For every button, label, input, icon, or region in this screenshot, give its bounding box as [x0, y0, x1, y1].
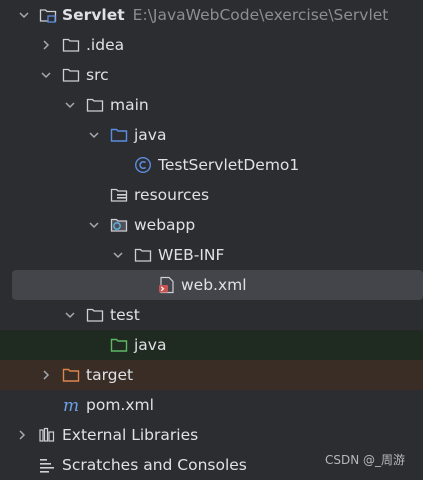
- tree-row-target[interactable]: target: [0, 360, 423, 390]
- tree-row-label: src: [86, 66, 109, 84]
- tree-row-web-inf[interactable]: WEB-INF: [0, 240, 423, 270]
- folder-icon: [86, 96, 104, 114]
- svg-text:m: m: [63, 396, 79, 416]
- resources-folder-icon: [110, 186, 128, 204]
- chevron-down-icon[interactable]: [86, 217, 102, 233]
- tree-row-main[interactable]: main: [0, 90, 423, 120]
- tree-row-java-test[interactable]: java: [0, 330, 423, 360]
- tree-row-label: java: [134, 336, 167, 354]
- folder-icon: [86, 306, 104, 324]
- root-project-path: E:\JavaWebCode\exercise\Servlet: [132, 6, 389, 24]
- tree-row-web-xml[interactable]: web.xml: [12, 270, 423, 300]
- folder-icon: [134, 246, 152, 264]
- tree-row-label: pom.xml: [86, 396, 154, 414]
- tree-row-label: main: [110, 96, 149, 114]
- tree-row-webapp[interactable]: webapp: [0, 210, 423, 240]
- web-folder-icon: [110, 216, 128, 234]
- libraries-icon: [38, 426, 56, 444]
- folder-icon: [62, 66, 80, 84]
- tree-row-label: WEB-INF: [158, 246, 225, 264]
- tree-row-label: web.xml: [181, 276, 247, 294]
- tree-row-testservletdemo1[interactable]: TestServletDemo1: [0, 150, 423, 180]
- chevron-down-icon[interactable]: [62, 307, 78, 323]
- module-folder-icon: [39, 6, 57, 24]
- folder-icon: [62, 36, 80, 54]
- tree-row-label: Servlet E:\JavaWebCode\exercise\Servlet: [62, 6, 388, 24]
- java-class-icon: [134, 156, 152, 174]
- web-xml-icon: [158, 276, 176, 294]
- scratches-icon: [38, 456, 56, 474]
- chevron-right-icon[interactable]: [38, 367, 54, 383]
- tree-row-label: webapp: [134, 216, 196, 234]
- tree-row-servlet[interactable]: Servlet E:\JavaWebCode\exercise\Servlet: [0, 0, 423, 30]
- tree-row-src[interactable]: src: [0, 60, 423, 90]
- tree-row-resources[interactable]: resources: [0, 180, 423, 210]
- chevron-down-icon[interactable]: [16, 7, 32, 23]
- maven-icon: m: [62, 396, 80, 416]
- tree-row-external-libraries[interactable]: External Libraries: [0, 420, 423, 450]
- tree-row-label: TestServletDemo1: [158, 156, 300, 174]
- tree-row-test[interactable]: test: [0, 300, 423, 330]
- tree-row-label: .idea: [86, 36, 125, 54]
- chevron-down-icon[interactable]: [86, 127, 102, 143]
- test-source-folder-icon: [110, 336, 128, 354]
- tree-row-java-main[interactable]: java: [0, 120, 423, 150]
- chevron-down-icon[interactable]: [38, 67, 54, 83]
- chevron-down-icon[interactable]: [62, 97, 78, 113]
- chevron-right-icon[interactable]: [14, 427, 30, 443]
- tree-row-idea[interactable]: .idea: [0, 30, 423, 60]
- tree-row-label: java: [134, 126, 167, 144]
- root-project-name: Servlet: [62, 6, 125, 24]
- watermark-text: CSDN @_周游: [324, 453, 405, 467]
- tree-row-label: test: [110, 306, 140, 324]
- tree-row-label: Scratches and Consoles: [62, 456, 247, 474]
- tree-row-label: External Libraries: [62, 426, 199, 444]
- tree-row-label: target: [86, 366, 134, 384]
- chevron-right-icon[interactable]: [38, 37, 54, 53]
- chevron-down-icon[interactable]: [110, 247, 126, 263]
- tree-row-label: resources: [134, 186, 210, 204]
- source-root-folder-icon: [110, 126, 128, 144]
- excluded-folder-icon: [62, 366, 80, 384]
- tree-row-pom-xml[interactable]: m pom.xml: [0, 390, 423, 420]
